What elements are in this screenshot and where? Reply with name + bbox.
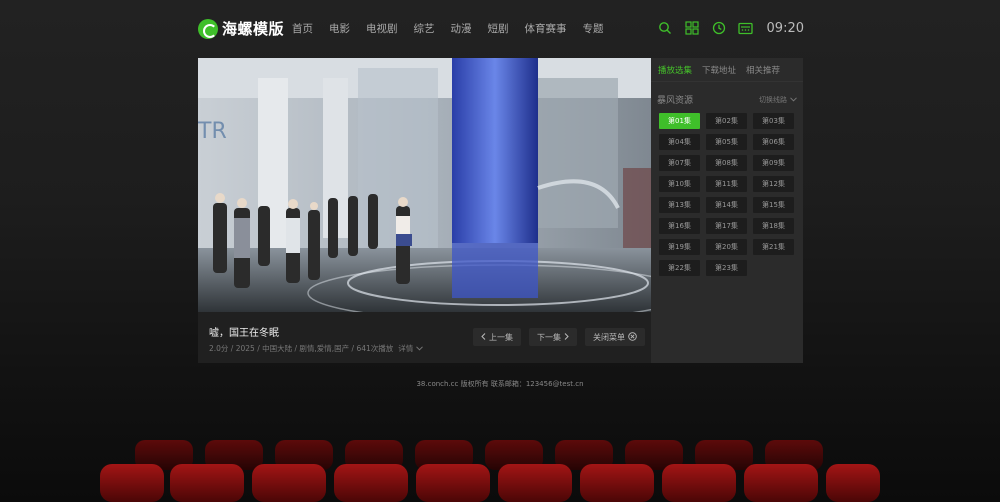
episode-button[interactable]: 第03集 <box>753 113 794 129</box>
nav-anime[interactable]: 动漫 <box>451 21 472 36</box>
grid-icon[interactable] <box>682 18 702 38</box>
next-episode-button[interactable]: 下一集 <box>529 328 577 346</box>
episode-button[interactable]: 第06集 <box>753 134 794 150</box>
nav-variety[interactable]: 综艺 <box>414 21 435 36</box>
meta-text: 2.0分 / 2025 / 中国大陆 / 剧情,爱情,国产 / 641次播放 <box>209 344 394 353</box>
tab-downloads[interactable]: 下载地址 <box>702 58 736 81</box>
video-title: 嘘，国王在冬眠 <box>209 328 279 339</box>
close-circle-icon <box>628 331 637 343</box>
footer-text: 38.conch.cc 版权所有 联系邮箱：123456@test.cn <box>416 380 584 388</box>
source-name: 暴风资源 <box>657 96 694 106</box>
episode-button[interactable]: 第09集 <box>753 155 794 171</box>
episode-button[interactable]: 第17集 <box>706 218 747 234</box>
video-meta: 2.0分 / 2025 / 中国大陆 / 剧情,爱情,国产 / 641次播放 详… <box>209 343 424 354</box>
logo[interactable]: 海螺模版 <box>198 18 284 39</box>
message-icon[interactable] <box>736 18 756 38</box>
nav-sports[interactable]: 体育赛事 <box>525 21 567 36</box>
source-row: 暴风资源 切换线路 <box>657 93 797 106</box>
prev-episode-button[interactable]: 上一集 <box>473 328 521 346</box>
episode-button[interactable]: 第04集 <box>659 134 700 150</box>
episode-button[interactable]: 第21集 <box>753 239 794 255</box>
header: 海螺模版 首页 电影 电视剧 综艺 动漫 短剧 体育赛事 专题 09:20 <box>198 0 804 58</box>
episode-button[interactable]: 第16集 <box>659 218 700 234</box>
close-menu-button[interactable]: 关闭菜单 <box>585 328 645 346</box>
episode-button[interactable]: 第11集 <box>706 176 747 192</box>
chevron-down-icon <box>416 344 424 353</box>
svg-text:TR: TR <box>198 119 227 144</box>
episode-button[interactable]: 第02集 <box>706 113 747 129</box>
search-icon[interactable] <box>655 18 675 38</box>
episode-grid: 第01集 第02集 第03集第04集 第05集 第06集第07集 第08集 第09集第10集… <box>659 113 797 276</box>
episode-button[interactable]: 第10集 <box>659 176 700 192</box>
episode-button[interactable]: 第14集 <box>706 197 747 213</box>
chevron-left-icon <box>481 332 486 342</box>
history-icon[interactable] <box>709 18 729 38</box>
episode-button[interactable]: 第12集 <box>753 176 794 192</box>
episode-button[interactable]: 第20集 <box>706 239 747 255</box>
tab-related[interactable]: 相关推荐 <box>746 58 780 81</box>
episode-panel: 播放选集 下载地址 相关推荐 暴风资源 切换线路 第01集 第02集 第03集第04… <box>651 58 803 363</box>
nav-tv[interactable]: 电视剧 <box>366 21 398 36</box>
episode-button[interactable]: 第13集 <box>659 197 700 213</box>
episode-button[interactable]: 第05集 <box>706 134 747 150</box>
main-nav: 首页 电影 电视剧 综艺 动漫 短剧 体育赛事 专题 <box>292 21 620 36</box>
episode-button[interactable]: 第01集 <box>659 113 700 129</box>
episode-button[interactable]: 第23集 <box>706 260 747 276</box>
episode-button[interactable]: 第07集 <box>659 155 700 171</box>
episode-button[interactable]: 第15集 <box>753 197 794 213</box>
chevron-down-icon <box>790 96 797 104</box>
header-tools: 09:20 <box>655 18 804 38</box>
logo-text: 海螺模版 <box>222 20 285 38</box>
nav-topics[interactable]: 专题 <box>583 21 604 36</box>
nav-movies[interactable]: 电影 <box>329 21 350 36</box>
clock: 09:20 <box>766 20 804 36</box>
side-tabs: 播放选集 下载地址 相关推荐 <box>651 58 803 82</box>
video-frame-image: TR <box>198 58 651 312</box>
detail-link[interactable]: 详情 <box>398 343 413 354</box>
video-player[interactable]: TR <box>198 58 651 312</box>
nav-home[interactable]: 首页 <box>292 21 313 36</box>
episode-button[interactable]: 第22集 <box>659 260 700 276</box>
episode-button[interactable]: 第19集 <box>659 239 700 255</box>
logo-icon <box>198 18 218 39</box>
video-info-bar: 嘘，国王在冬眠 2.0分 / 2025 / 中国大陆 / 剧情,爱情,国产 / … <box>198 312 651 363</box>
theater-seats-decoration <box>100 440 880 502</box>
tab-episodes[interactable]: 播放选集 <box>658 58 692 81</box>
switch-source-button[interactable]: 切换线路 <box>759 95 797 105</box>
player-container: TR 嘘，国王在冬眠 2.0分 / 2025 / 中国大陆 / 剧情,爱情,国产… <box>198 58 803 363</box>
nav-short-drama[interactable]: 短剧 <box>488 21 509 36</box>
episode-button[interactable]: 第18集 <box>753 218 794 234</box>
chevron-right-icon <box>564 332 569 342</box>
episode-button[interactable]: 第08集 <box>706 155 747 171</box>
